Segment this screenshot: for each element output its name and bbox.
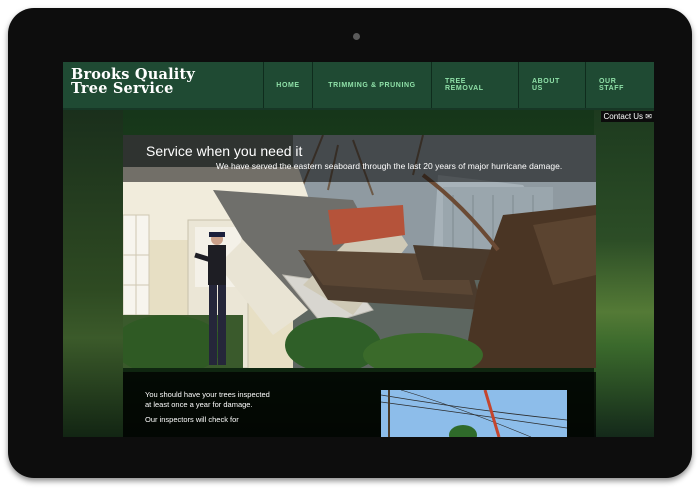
mail-icon: ✉ (645, 112, 652, 121)
nav-home[interactable]: Home (263, 62, 312, 108)
nav-our-staff[interactable]: Our Staff (585, 62, 654, 108)
main-nav: Home Trimming & Pruning Tree Removal Abo… (263, 62, 654, 108)
inspector-paragraph: Our inspectors will check for (145, 415, 239, 424)
contact-us-link[interactable]: Contact Us ✉ (601, 111, 654, 122)
utility-pole-image (381, 390, 567, 437)
hero-title: Service when you need it (146, 143, 303, 159)
nav-trimming-pruning[interactable]: Trimming & Pruning (312, 62, 431, 108)
nav-tree-removal[interactable]: Tree Removal (431, 62, 518, 108)
nav-about-us[interactable]: About Us (518, 62, 585, 108)
contact-us-label: Contact Us (603, 112, 644, 121)
background-foliage-right (594, 108, 654, 437)
website-screen: Brooks Quality Tree Service Home Trimmin… (63, 62, 654, 437)
logo-line-2: Tree Service (71, 80, 174, 97)
background-foliage-left (63, 108, 123, 437)
camera-icon (353, 33, 360, 40)
tablet-device: Brooks Quality Tree Service Home Trimmin… (8, 8, 692, 478)
inspection-paragraph: You should have your trees inspected at … (145, 390, 270, 409)
hero-banner: Service when you need it We have served … (123, 135, 596, 368)
content-section: You should have your trees inspected at … (123, 372, 596, 437)
hero-subtitle: We have served the eastern seaboard thro… (216, 161, 563, 171)
site-header: Brooks Quality Tree Service Home Trimmin… (63, 62, 654, 110)
utility-pole-picture (381, 390, 567, 437)
site-logo[interactable]: Brooks Quality Tree Service (71, 67, 195, 97)
body-text: You should have your trees inspected at … (145, 390, 275, 431)
